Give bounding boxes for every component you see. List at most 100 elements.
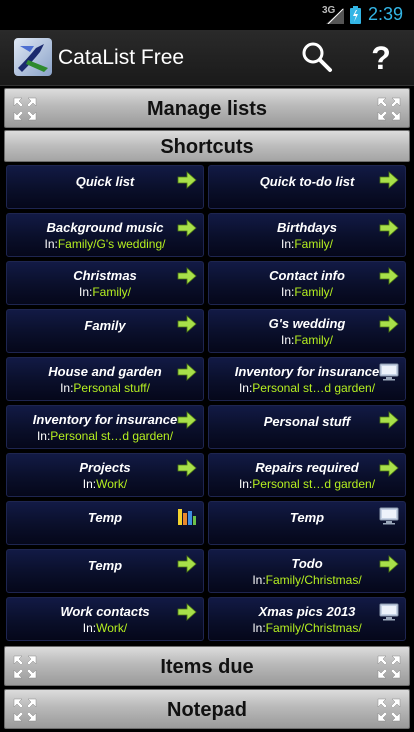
expand-icon (377, 698, 401, 722)
location-prefix: In: (238, 381, 253, 395)
location-prefix: In: (252, 621, 266, 635)
shortcut-tile[interactable]: Work contacts In:Work/ (6, 597, 204, 641)
location-prefix: In: (82, 477, 97, 491)
shortcut-location: In:Family/Christmas/ (209, 621, 405, 635)
arrow-right-icon (379, 267, 399, 285)
action-bar: CataList Free ? (0, 30, 414, 86)
shortcut-title: Projects (79, 460, 131, 475)
shortcut-location: In:Family/Christmas/ (209, 573, 405, 587)
location-path: Family/ (294, 237, 333, 251)
shortcut-title: Personal stuff (263, 414, 351, 429)
shortcut-title: Repairs required (255, 460, 359, 475)
location-prefix: In: (44, 237, 58, 251)
shortcut-tile[interactable]: Christmas In:Family/ (6, 261, 204, 305)
items-due-header[interactable]: Items due (4, 646, 410, 686)
shortcut-location: In:Family/ (209, 285, 405, 299)
shortcut-tile[interactable]: Temp (6, 501, 204, 545)
battery-icon (350, 6, 361, 24)
shortcut-title: Xmas pics 2013 (258, 604, 356, 619)
expand-icon (377, 655, 401, 679)
location-path: Personal st…d garden/ (252, 381, 376, 395)
shortcut-title: Quick to-do list (259, 174, 355, 189)
shortcut-tile[interactable]: Temp (208, 501, 406, 545)
signal-icon (326, 8, 344, 24)
shortcut-title: Temp (87, 510, 123, 525)
arrow-right-icon (379, 411, 399, 429)
bar-chart-icon (177, 507, 197, 525)
location-path: Family/ (294, 333, 333, 347)
location-path: Family/G's wedding/ (57, 237, 166, 251)
section-title: Manage lists (146, 98, 268, 120)
shortcut-tile[interactable]: Quick list (6, 165, 204, 209)
shortcut-tile[interactable]: Birthdays In:Family/ (208, 213, 406, 257)
expand-icon (377, 97, 401, 121)
shortcut-title: House and garden (48, 364, 162, 379)
shortcut-location: In:Family/G's wedding/ (7, 237, 203, 251)
shortcut-tile[interactable]: Inventory for insurance In:Personal st…d … (6, 405, 204, 449)
arrow-right-icon (177, 171, 197, 189)
location-path: Personal stuff/ (73, 381, 150, 395)
location-prefix: In: (280, 285, 295, 299)
arrow-right-icon (379, 459, 399, 477)
location-prefix: In: (280, 237, 295, 251)
location-prefix: In: (280, 333, 295, 347)
arrow-right-icon (177, 603, 197, 621)
shortcut-tile[interactable]: Temp (6, 549, 204, 593)
shortcut-tile[interactable]: G's wedding In:Family/ (208, 309, 406, 353)
shortcut-title: Birthdays (277, 220, 337, 235)
shortcut-tile[interactable]: Xmas pics 2013 In:Family/Christmas/ (208, 597, 406, 641)
shortcut-location: In:Work/ (7, 621, 203, 635)
help-icon[interactable]: ? (366, 38, 396, 78)
arrow-right-icon (177, 267, 197, 285)
shortcut-location: In:Family/ (7, 285, 203, 299)
search-icon[interactable] (300, 40, 334, 74)
shortcut-title: Christmas (73, 268, 137, 283)
location-prefix: In: (238, 477, 253, 491)
shortcut-tile[interactable]: Projects In:Work/ (6, 453, 204, 497)
shortcut-tile[interactable]: Todo In:Family/Christmas/ (208, 549, 406, 593)
shortcut-title: Contact info (269, 268, 345, 283)
shortcut-location: In:Family/ (209, 333, 405, 347)
shortcut-tile[interactable]: House and garden In:Personal stuff/ (6, 357, 204, 401)
location-path: Family/ (294, 285, 333, 299)
shortcut-tile[interactable]: Quick to-do list (208, 165, 406, 209)
arrow-right-icon (379, 219, 399, 237)
shortcut-title: Work contacts (60, 604, 150, 619)
shortcut-title: G's wedding (268, 316, 346, 331)
arrow-right-icon (379, 555, 399, 573)
shortcut-title: Temp (87, 558, 123, 573)
shortcut-title: Quick list (75, 174, 135, 189)
shortcut-location: In:Family/ (209, 237, 405, 251)
shortcut-tile[interactable]: Background music In:Family/G's wedding/ (6, 213, 204, 257)
shortcut-tile[interactable]: Family (6, 309, 204, 353)
shortcut-tile[interactable]: Personal stuff (208, 405, 406, 449)
shortcuts-header: Shortcuts (4, 130, 410, 162)
shortcut-location: In:Personal st…d garden/ (209, 477, 405, 491)
shortcut-title: Temp (289, 510, 325, 525)
arrow-right-icon (177, 411, 197, 429)
shortcut-location: In:Work/ (7, 477, 203, 491)
arrow-right-icon (177, 555, 197, 573)
shortcut-tile[interactable]: Contact info In:Family/ (208, 261, 406, 305)
location-prefix: In: (78, 285, 93, 299)
shortcut-title: Family (84, 318, 126, 333)
location-path: Personal st…d garden/ (252, 477, 376, 491)
arrow-right-icon (177, 219, 197, 237)
shortcut-title: Background music (46, 220, 164, 235)
section-title: Items due (160, 656, 254, 678)
location-prefix: In: (82, 621, 97, 635)
location-prefix: In: (36, 429, 51, 443)
arrow-right-icon (379, 315, 399, 333)
app-logo-icon (14, 38, 52, 76)
shortcut-tile[interactable]: Repairs required In:Personal st…d garden/ (208, 453, 406, 497)
arrow-right-icon (177, 315, 197, 333)
manage-lists-header[interactable]: Manage lists (4, 88, 410, 128)
shortcut-title: Todo (291, 556, 323, 571)
location-path: Family/ (92, 285, 131, 299)
shortcut-tile[interactable]: Inventory for insurance In:Personal st…d … (208, 357, 406, 401)
arrow-right-icon (379, 171, 399, 189)
clock: 2:39 (368, 4, 404, 24)
arrow-right-icon (177, 459, 197, 477)
status-bar: 3G 2:39 (0, 0, 414, 30)
notepad-header[interactable]: Notepad (4, 689, 410, 729)
